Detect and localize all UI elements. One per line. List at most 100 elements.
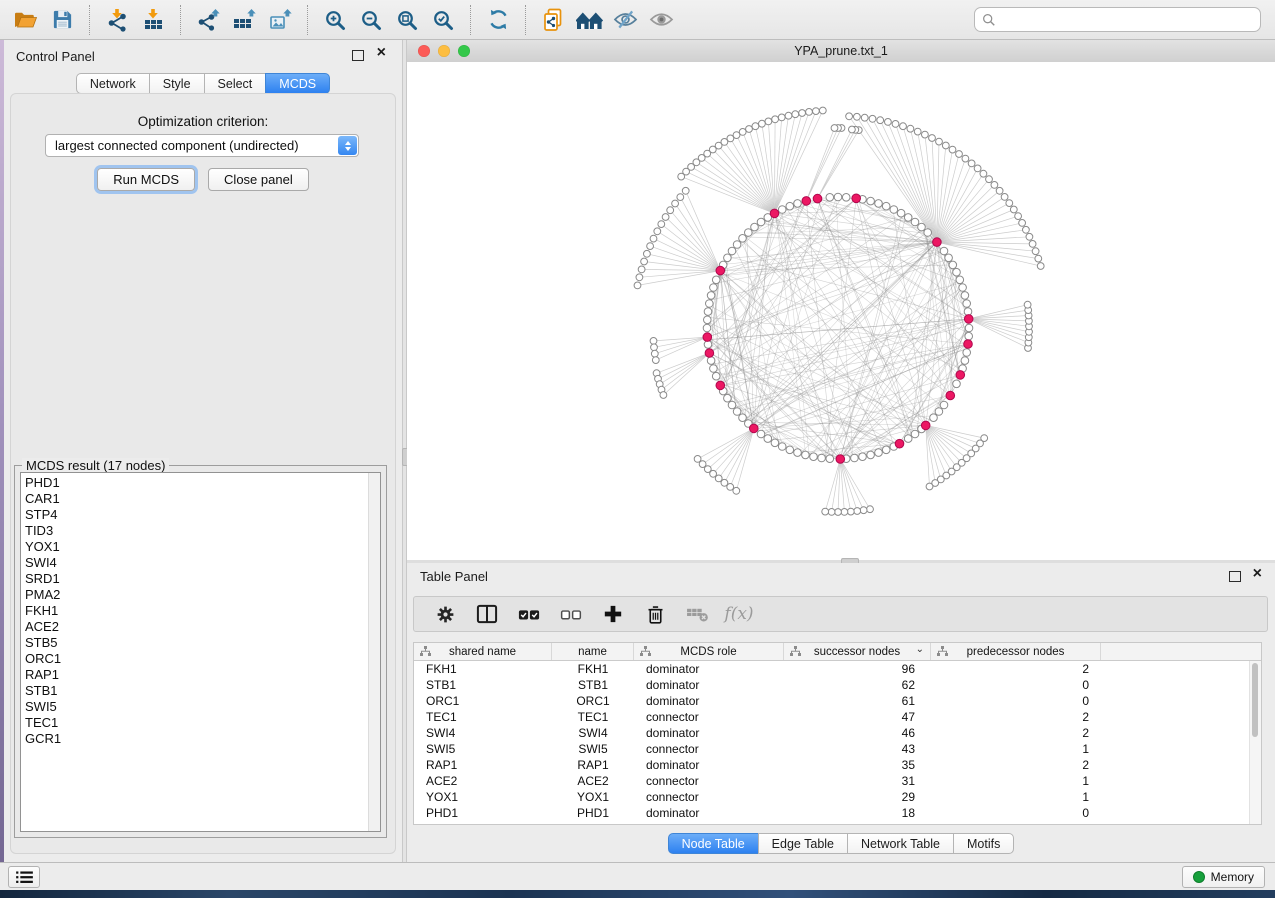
- network-node[interactable]: [942, 142, 949, 149]
- mcds-result-item[interactable]: ACE2: [25, 619, 380, 635]
- export-network-button[interactable]: [191, 4, 225, 36]
- search-box[interactable]: [974, 7, 1261, 32]
- network-hub-node[interactable]: [956, 371, 965, 380]
- network-node[interactable]: [752, 123, 759, 130]
- network-node[interactable]: [728, 247, 736, 255]
- network-hub-node[interactable]: [750, 424, 759, 433]
- network-node[interactable]: [786, 446, 794, 454]
- table-row[interactable]: SWI4SWI4dominator462: [414, 725, 1261, 741]
- tab-node-table[interactable]: Node Table: [668, 833, 759, 854]
- mcds-result-item[interactable]: TEC1: [25, 715, 380, 731]
- network-node[interactable]: [765, 118, 772, 125]
- network-node[interactable]: [953, 380, 961, 388]
- network-node[interactable]: [904, 435, 912, 443]
- network-hub-node[interactable]: [716, 381, 725, 390]
- network-node[interactable]: [854, 113, 861, 120]
- network-hub-node[interactable]: [770, 209, 779, 218]
- network-node[interactable]: [739, 414, 747, 422]
- network-node[interactable]: [724, 254, 732, 262]
- network-hub-node[interactable]: [933, 238, 942, 247]
- network-node[interactable]: [961, 357, 969, 365]
- network-node[interactable]: [694, 456, 701, 463]
- network-node[interactable]: [953, 268, 961, 276]
- network-node[interactable]: [647, 243, 654, 250]
- network-node[interactable]: [662, 214, 669, 221]
- network-node[interactable]: [867, 451, 875, 459]
- network-canvas[interactable]: [407, 62, 1275, 560]
- network-node[interactable]: [712, 276, 720, 284]
- criterion-dropdown[interactable]: largest connected component (undirected): [45, 134, 359, 157]
- network-node[interactable]: [1029, 241, 1036, 248]
- network-node[interactable]: [822, 508, 829, 515]
- mcds-result-item[interactable]: STB1: [25, 683, 380, 699]
- mcds-result-item[interactable]: FKH1: [25, 603, 380, 619]
- network-from-file-button[interactable]: [536, 4, 570, 36]
- network-node[interactable]: [918, 223, 926, 231]
- network-node[interactable]: [759, 120, 766, 127]
- network-node[interactable]: [842, 194, 850, 202]
- mcds-result-item[interactable]: CAR1: [25, 491, 380, 507]
- network-node[interactable]: [704, 308, 712, 316]
- network-node[interactable]: [739, 235, 747, 243]
- network-node[interactable]: [638, 266, 645, 273]
- network-node[interactable]: [897, 209, 905, 217]
- network-node[interactable]: [650, 235, 657, 242]
- network-node[interactable]: [1037, 263, 1044, 270]
- network-node[interactable]: [818, 454, 826, 462]
- mcds-result-item[interactable]: RAP1: [25, 667, 380, 683]
- network-node[interactable]: [835, 509, 842, 516]
- network-node[interactable]: [846, 113, 853, 120]
- network-node[interactable]: [841, 509, 848, 516]
- network-node[interactable]: [936, 138, 943, 145]
- network-hub-node[interactable]: [703, 333, 712, 342]
- network-node[interactable]: [778, 443, 786, 451]
- close-panel-icon[interactable]: ×: [377, 45, 386, 61]
- network-node[interactable]: [834, 193, 842, 201]
- network-node[interactable]: [831, 125, 838, 132]
- network-node[interactable]: [1006, 200, 1013, 207]
- network-node[interactable]: [859, 453, 867, 461]
- close-panel-icon[interactable]: ×: [1253, 566, 1262, 582]
- network-node[interactable]: [1023, 226, 1030, 233]
- network-node[interactable]: [974, 165, 981, 172]
- network-node[interactable]: [641, 258, 648, 265]
- column-header-shared-name[interactable]: shared name: [414, 643, 552, 660]
- network-hub-node[interactable]: [921, 421, 930, 430]
- import-network-button[interactable]: [100, 4, 134, 36]
- network-node[interactable]: [986, 176, 993, 183]
- network-node[interactable]: [877, 117, 884, 124]
- network-node[interactable]: [652, 357, 659, 364]
- network-node[interactable]: [890, 206, 898, 214]
- network-hub-node[interactable]: [836, 455, 845, 464]
- network-node[interactable]: [892, 121, 899, 128]
- network-node[interactable]: [707, 292, 715, 300]
- network-node[interactable]: [949, 261, 957, 269]
- network-hub-node[interactable]: [964, 340, 973, 349]
- network-node[interactable]: [926, 483, 933, 490]
- network-node[interactable]: [751, 223, 759, 231]
- network-node[interactable]: [963, 300, 971, 308]
- network-node[interactable]: [802, 451, 810, 459]
- network-node[interactable]: [710, 284, 718, 292]
- network-node[interactable]: [813, 108, 820, 115]
- network-node[interactable]: [991, 182, 998, 189]
- network-node[interactable]: [929, 135, 936, 142]
- mcds-result-item[interactable]: TID3: [25, 523, 380, 539]
- table-row[interactable]: ACE2ACE2connector311: [414, 773, 1261, 789]
- mcds-result-item[interactable]: SRD1: [25, 571, 380, 587]
- hide-graphics-details-button[interactable]: [608, 4, 642, 36]
- network-node[interactable]: [785, 112, 792, 119]
- network-node[interactable]: [851, 454, 859, 462]
- save-session-button[interactable]: [45, 4, 79, 36]
- network-node[interactable]: [867, 506, 874, 513]
- table-row[interactable]: ORC1ORC1dominator610: [414, 693, 1261, 709]
- home-button[interactable]: [572, 4, 606, 36]
- network-hub-node[interactable]: [813, 194, 822, 203]
- delete-table-button[interactable]: [676, 599, 718, 629]
- zoom-fit-button[interactable]: [390, 4, 424, 36]
- deselect-all-columns-button[interactable]: [550, 599, 592, 629]
- column-header-successor-nodes[interactable]: successor nodes⌄: [784, 643, 931, 660]
- network-node[interactable]: [712, 372, 720, 380]
- close-panel-button[interactable]: Close panel: [208, 168, 309, 191]
- float-panel-icon[interactable]: [352, 50, 364, 61]
